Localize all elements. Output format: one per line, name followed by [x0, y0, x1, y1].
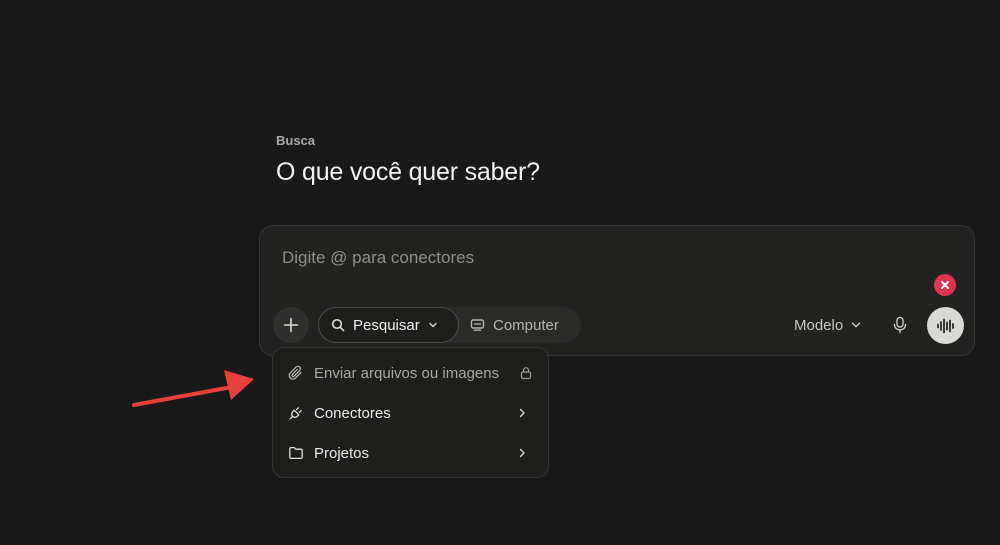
close-icon [941, 281, 949, 289]
menu-item-upload[interactable]: Enviar arquivos ou imagens [273, 353, 548, 393]
attach-menu: Enviar arquivos ou imagens Conectores Pr… [272, 347, 549, 478]
clear-button[interactable] [934, 274, 956, 296]
menu-item-projects[interactable]: Projetos [273, 433, 548, 473]
voice-mode-button[interactable] [927, 307, 964, 344]
mode-computer-label: Computer [493, 316, 559, 334]
folder-icon [289, 446, 303, 460]
mode-search-button[interactable]: Pesquisar [318, 307, 459, 343]
mode-computer-button[interactable]: Computer [470, 307, 559, 343]
mic-button[interactable] [889, 314, 911, 336]
chevron-down-icon [852, 322, 861, 328]
arrow-annotation [132, 370, 254, 407]
model-selector[interactable]: Modelo [794, 315, 862, 335]
page-eyebrow: Busca [276, 133, 316, 148]
menu-item-connectors[interactable]: Conectores [273, 393, 548, 433]
plus-icon [283, 317, 299, 333]
composer: Pesquisar Computer Modelo [259, 225, 975, 356]
menu-item-upload-label: Enviar arquivos ou imagens [314, 364, 500, 382]
page-heading: O que você quer saber? [276, 158, 540, 186]
plug-icon [289, 407, 302, 420]
paperclip-icon [288, 365, 302, 380]
chevron-right-icon [519, 448, 525, 458]
waveform-icon [936, 318, 954, 333]
model-selector-label: Modelo [794, 316, 844, 334]
computer-icon [470, 319, 485, 331]
menu-item-connectors-label: Conectores [314, 404, 391, 422]
menu-item-projects-label: Projetos [314, 444, 370, 462]
mic-icon [893, 316, 907, 334]
chevron-down-icon [429, 322, 437, 328]
mode-toggle-group: Pesquisar Computer [318, 307, 581, 343]
prompt-input[interactable] [282, 246, 882, 270]
chevron-right-icon [519, 408, 525, 418]
add-button[interactable] [273, 307, 309, 343]
lock-icon [520, 367, 532, 380]
mode-search-label: Pesquisar [353, 316, 420, 334]
search-icon [331, 318, 345, 332]
